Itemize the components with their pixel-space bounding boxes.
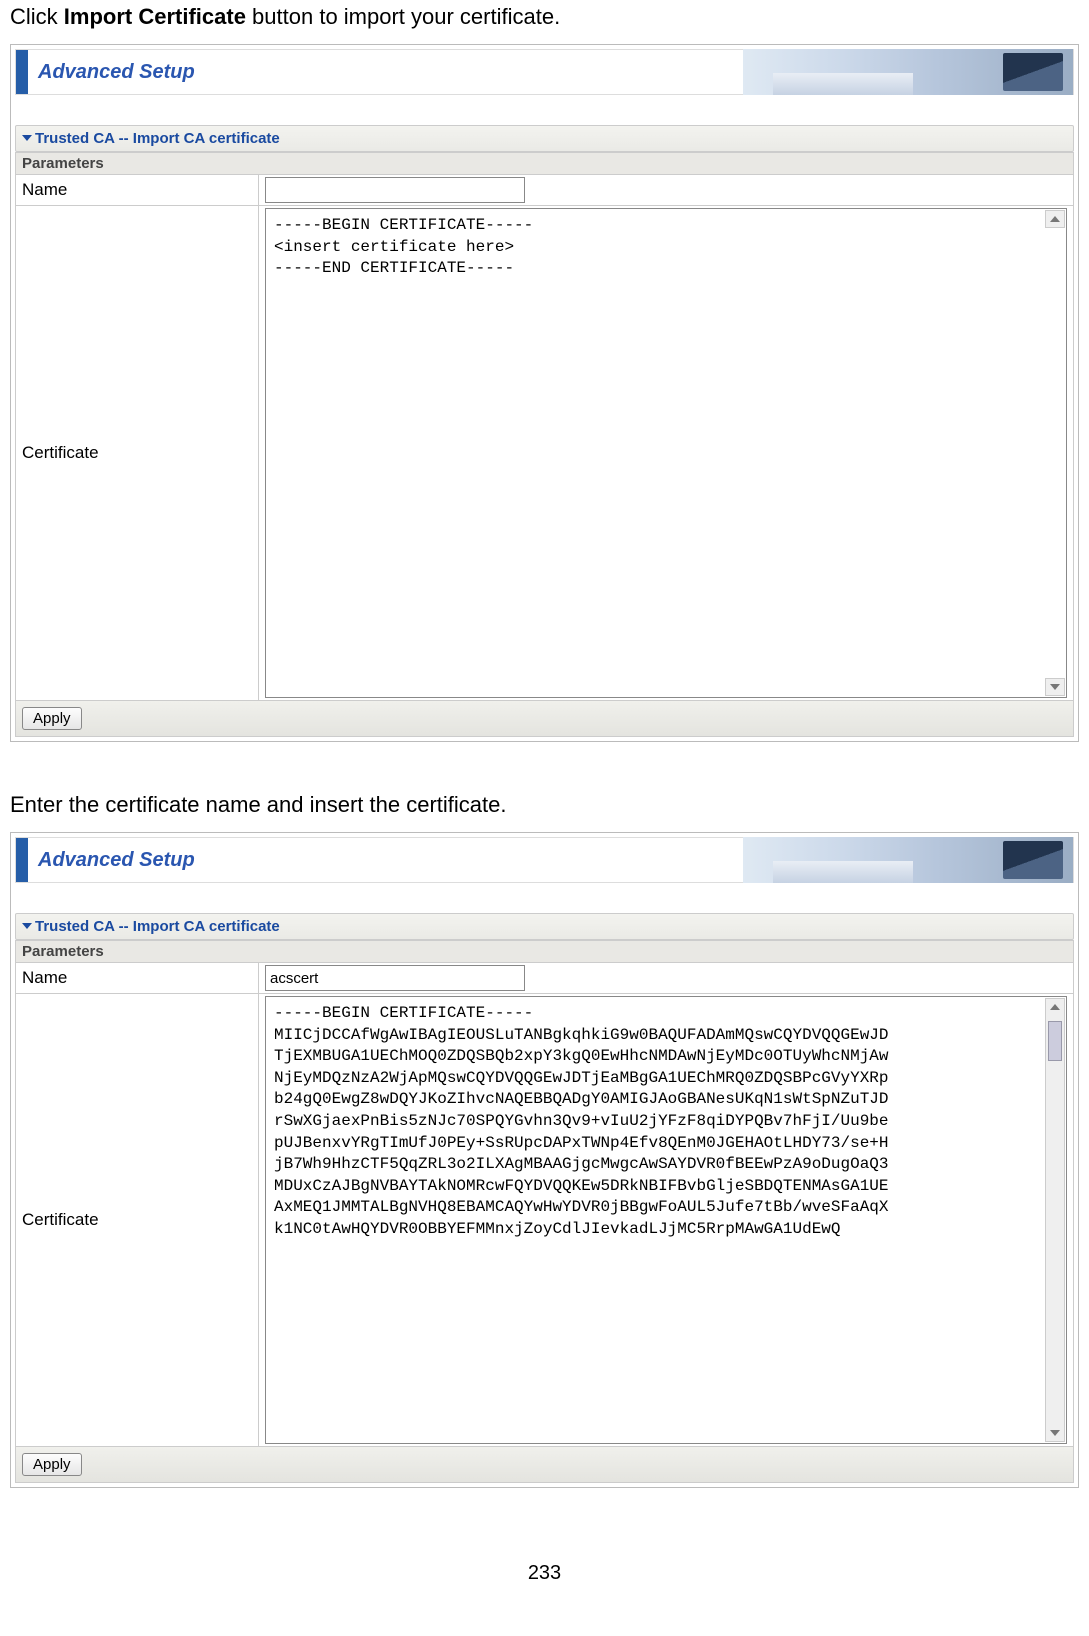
header-accent [16,838,28,882]
instruction-1-bold: Import Certificate [64,4,246,29]
chevron-down-icon [22,135,32,141]
scrollbar[interactable] [1045,998,1065,1442]
certificate-label: Certificate [16,206,259,701]
scroll-down-icon[interactable] [1045,678,1065,696]
screenshot-1: Advanced Setup Trusted CA -- Import CA c… [10,44,1079,742]
name-label: Name [16,175,259,206]
header-title: Advanced Setup [38,849,195,872]
certificate-textarea[interactable]: -----BEGIN CERTIFICATE----- MIICjDCCAfWg… [265,996,1067,1444]
header-decorative-image [743,49,1073,95]
page-number: 233 [10,1538,1079,1585]
certificate-textarea[interactable]: -----BEGIN CERTIFICATE----- <insert cert… [265,208,1067,698]
name-input[interactable] [265,965,525,991]
name-label: Name [16,963,259,994]
header-title: Advanced Setup [38,61,195,84]
instruction-1-pre: Click [10,4,64,29]
instruction-text-1: Click Import Certificate button to impor… [10,4,1079,30]
apply-button[interactable]: Apply [22,707,82,730]
header-bar: Advanced Setup [15,49,1074,95]
instruction-1-post: button to import your certificate. [246,4,560,29]
header-bar: Advanced Setup [15,837,1074,883]
name-input[interactable] [265,177,525,203]
chevron-down-icon [22,923,32,929]
instruction-text-2: Enter the certificate name and insert th… [10,792,1079,818]
section-title: Trusted CA -- Import CA certificate [35,130,280,147]
section-title: Trusted CA -- Import CA certificate [35,918,280,935]
header-accent [16,50,28,94]
parameters-heading: Parameters [16,941,1074,963]
apply-button[interactable]: Apply [22,1453,82,1476]
screenshot-2: Advanced Setup Trusted CA -- Import CA c… [10,832,1079,1488]
header-decorative-image [743,837,1073,883]
scroll-up-icon[interactable] [1045,210,1065,228]
section-title-row[interactable]: Trusted CA -- Import CA certificate [15,125,1074,152]
section-title-row[interactable]: Trusted CA -- Import CA certificate [15,913,1074,940]
parameters-heading: Parameters [16,153,1074,175]
certificate-label: Certificate [16,994,259,1447]
